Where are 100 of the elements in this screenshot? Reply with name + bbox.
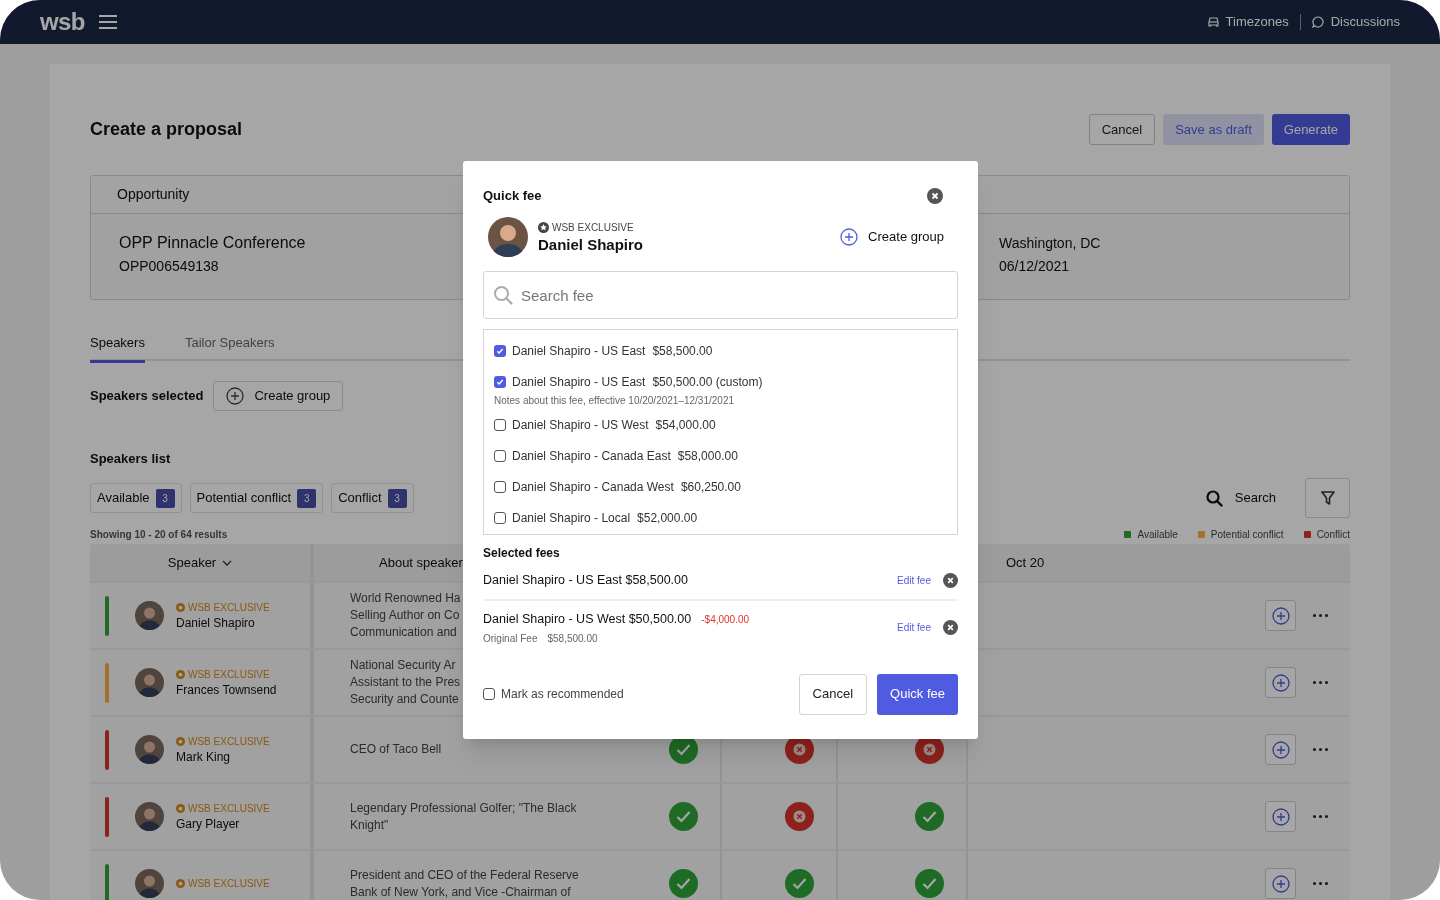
speaker-description: Legendary Professional Golfer; "The Black Knight" <box>350 799 577 834</box>
checkbox[interactable] <box>494 449 506 462</box>
fee-option[interactable]: Daniel Shapiro - US West $54,000.00 <box>512 415 716 434</box>
cancel-button[interactable]: Cancel <box>1088 114 1156 145</box>
section-title: Selected fees <box>483 545 560 562</box>
exclusive-label: WSB EXCLUSIVE <box>188 668 270 682</box>
filter-chip[interactable]: Potential conflict 3 <box>189 483 324 513</box>
checkbox-label: Mark as recommended <box>501 686 624 703</box>
checkbox[interactable] <box>494 418 506 431</box>
star-badge-icon <box>176 670 185 679</box>
filter-chip[interactable]: Conflict 3 <box>331 483 414 513</box>
quick-fee-button[interactable]: Quick fee <box>877 673 958 715</box>
avatar <box>135 802 164 831</box>
speaker-description: National Security Ar Assistant to the Pres Security and Counte <box>350 657 461 708</box>
original-fee-label: Original Fee <box>483 631 538 646</box>
checkbox[interactable] <box>494 511 506 524</box>
filter-icon <box>1320 491 1335 505</box>
more-icon[interactable] <box>1313 882 1328 885</box>
checkbox[interactable] <box>494 375 506 388</box>
more-icon[interactable] <box>1313 815 1328 818</box>
speaker-name: Daniel Shapiro <box>538 234 644 255</box>
plus-circle-icon <box>1271 673 1290 692</box>
star-badge-icon <box>176 879 185 888</box>
filter-chip[interactable]: Available 3 <box>90 483 182 513</box>
search-field[interactable]: Search fee <box>483 271 958 319</box>
filter-button[interactable] <box>1305 478 1350 518</box>
avatar <box>488 217 528 257</box>
speaker-name: Gary Player <box>176 816 241 832</box>
plus-circle-icon <box>1271 807 1290 826</box>
edit-fee-link[interactable]: Edit fee <box>897 620 931 636</box>
fee-option[interactable]: Daniel Shapiro - US East $50,500.00 (custom) <box>512 372 763 391</box>
speaker-name: Mark King <box>176 749 232 765</box>
more-icon[interactable] <box>1313 681 1328 684</box>
star-badge-icon <box>176 737 185 746</box>
add-button[interactable] <box>1265 868 1296 899</box>
nav-link[interactable]: Discussions <box>1311 12 1400 32</box>
fee-note: Notes about this fee, effective 10/20/2021–12/31/2021 <box>494 394 735 407</box>
count-badge: 3 <box>155 488 175 508</box>
menu-icon[interactable] <box>98 15 117 29</box>
more-icon[interactable] <box>1313 614 1328 617</box>
checkbox[interactable] <box>494 480 506 493</box>
fee-option[interactable]: Daniel Shapiro - Canada West $60,250.00 <box>512 477 741 496</box>
status-bar <box>105 863 109 900</box>
event-date: 06/12/2021 <box>999 257 1070 276</box>
close-icon[interactable] <box>927 188 943 204</box>
speaker-description: President and CEO of the Federal Reserve Bank of New York, and Vice -Chairman of <box>350 866 579 900</box>
selected-fee: Daniel Shapiro - US West $50,500.00 <box>483 610 692 628</box>
dialog-title: Quick fee <box>483 187 542 206</box>
star-badge-icon <box>176 603 185 612</box>
card-heading: Opportunity <box>117 185 190 204</box>
speaker-name: Daniel Shapiro <box>176 615 256 631</box>
count-badge: 3 <box>297 488 317 508</box>
generate-button[interactable]: Generate <box>1271 114 1350 145</box>
search-button[interactable]: Search <box>1205 488 1276 508</box>
plus-circle-icon <box>840 228 859 246</box>
speaker-name: Frances Townsend <box>176 682 277 698</box>
avatar <box>135 869 164 898</box>
car-icon <box>1207 17 1219 27</box>
column-header: About speaker <box>379 553 463 572</box>
checkbox[interactable] <box>494 344 506 357</box>
speaker-description: CEO of Taco Bell <box>350 741 442 758</box>
count-badge: 3 <box>387 488 407 508</box>
cancel-button[interactable]: Cancel <box>798 673 868 715</box>
tab[interactable]: Tailor Speakers <box>184 326 275 363</box>
remove-icon[interactable] <box>943 572 958 588</box>
opportunity-name: OPP Pinnacle Conference <box>119 233 306 253</box>
search-icon <box>493 285 513 305</box>
logo[interactable]: wsb <box>40 10 85 34</box>
create-group-button[interactable]: Create group <box>213 381 344 411</box>
create-group-link[interactable]: Create group <box>840 227 944 247</box>
plus-circle-icon <box>1271 740 1290 759</box>
column-header[interactable]: Speaker <box>167 552 233 573</box>
add-button[interactable] <box>1265 667 1296 698</box>
add-button[interactable] <box>1265 600 1296 631</box>
search-icon <box>1205 489 1223 507</box>
opportunity-id: OPP006549138 <box>119 257 219 276</box>
more-icon[interactable] <box>1313 748 1328 751</box>
speaker-description: World Renowned Ha Selling Author on Co Communication and <box>350 590 461 641</box>
column-header: Oct 20 <box>1006 553 1045 572</box>
avatar <box>135 601 164 630</box>
plus-circle-icon <box>1271 874 1290 893</box>
fee-option[interactable]: Daniel Shapiro - Local $52,000.00 <box>512 508 698 527</box>
check-circle-icon <box>915 802 944 831</box>
tab[interactable]: Speakers <box>90 326 145 363</box>
status-bar <box>105 729 109 770</box>
status-bar <box>105 662 109 703</box>
exclusive-label: WSB EXCLUSIVE <box>188 601 270 615</box>
remove-icon[interactable] <box>943 620 958 636</box>
nav-link[interactable]: Timezones <box>1207 12 1289 32</box>
exclusive-label: WSB EXCLUSIVE <box>552 220 634 235</box>
plus-circle-icon <box>226 387 245 405</box>
checkbox[interactable] <box>483 688 495 700</box>
add-button[interactable] <box>1265 801 1296 832</box>
add-button[interactable] <box>1265 734 1296 765</box>
results-count: Showing 10 - 20 of 64 results <box>90 527 228 542</box>
fee-option[interactable]: Daniel Shapiro - Canada East $58,000.00 <box>512 446 738 465</box>
edit-fee-link[interactable]: Edit fee <box>897 572 931 588</box>
fee-option[interactable]: Daniel Shapiro - US East $58,500.00 <box>512 341 713 360</box>
cross-circle-icon <box>785 802 814 831</box>
exclusive-label: WSB EXCLUSIVE <box>188 877 270 891</box>
